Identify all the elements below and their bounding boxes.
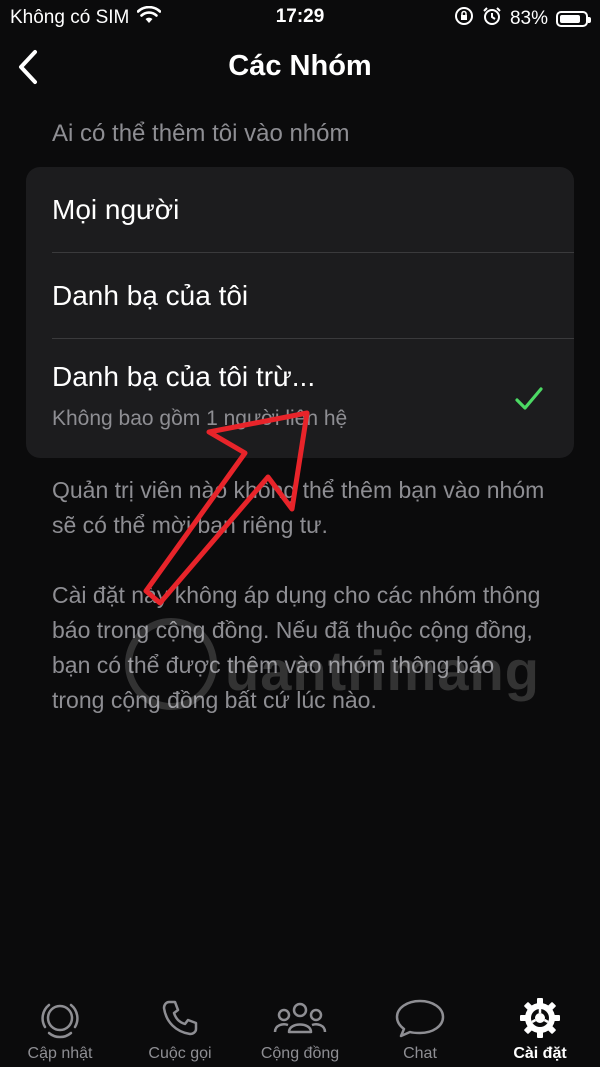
chat-icon [360, 995, 480, 1041]
option-label: Danh bạ của tôi [52, 280, 249, 311]
community-icon [240, 995, 360, 1041]
tab-communities[interactable]: Cộng đồng [240, 985, 360, 1067]
option-everyone[interactable]: Mọi người [26, 167, 574, 252]
tab-label: Cập nhật [27, 1045, 93, 1062]
section-header: Ai có thể thêm tôi vào nhóm [52, 120, 350, 147]
watermark-text: uantrimang [225, 639, 540, 702]
options-list: Mọi người Danh bạ của tôi Danh bạ của tô… [26, 167, 574, 458]
battery-percent: 83% [509, 8, 548, 29]
battery-icon [556, 11, 591, 27]
alarm-icon [482, 6, 502, 32]
tab-label: Cài đặt [513, 1045, 567, 1062]
tab-chat[interactable]: Chat [360, 985, 480, 1067]
option-label: Danh bạ của tôi trừ... [52, 361, 316, 392]
orientation-lock-icon [454, 6, 474, 32]
settings-icon [480, 995, 600, 1041]
option-label: Mọi người [52, 194, 180, 225]
tab-label: Cộng đồng [260, 1045, 340, 1062]
updates-icon [0, 995, 120, 1041]
checkmark-icon [514, 386, 544, 417]
tab-label: Cuộc gọi [148, 1045, 212, 1062]
option-sublabel: Không bao gồm 1 người liên hệ [52, 407, 348, 430]
footnote-admin: Quản trị viên nào không thể thêm bạn vào… [52, 477, 545, 538]
tab-settings[interactable]: Cài đặt [480, 985, 600, 1067]
tab-label: Chat [403, 1045, 437, 1062]
tab-updates[interactable]: Cập nhật [0, 985, 120, 1067]
tab-bar: Cập nhật Cuộc gọi Cộng đồng Chat Cài đặt [0, 985, 600, 1067]
page-title: Các Nhóm [228, 50, 372, 82]
watermark: uantrimang [125, 616, 539, 716]
navigation-bar: Các Nhóm [0, 36, 600, 98]
option-my-contacts[interactable]: Danh bạ của tôi [26, 253, 574, 338]
phone-icon [120, 995, 240, 1041]
status-bar: Không có SIM 17:29 83% [0, 0, 600, 36]
status-right: 83% [454, 6, 591, 32]
watermark-logo [125, 618, 217, 710]
tab-calls[interactable]: Cuộc gọi [120, 985, 240, 1067]
option-my-contacts-except[interactable]: Danh bạ của tôi trừ... Không bao gồm 1 n… [26, 339, 574, 458]
